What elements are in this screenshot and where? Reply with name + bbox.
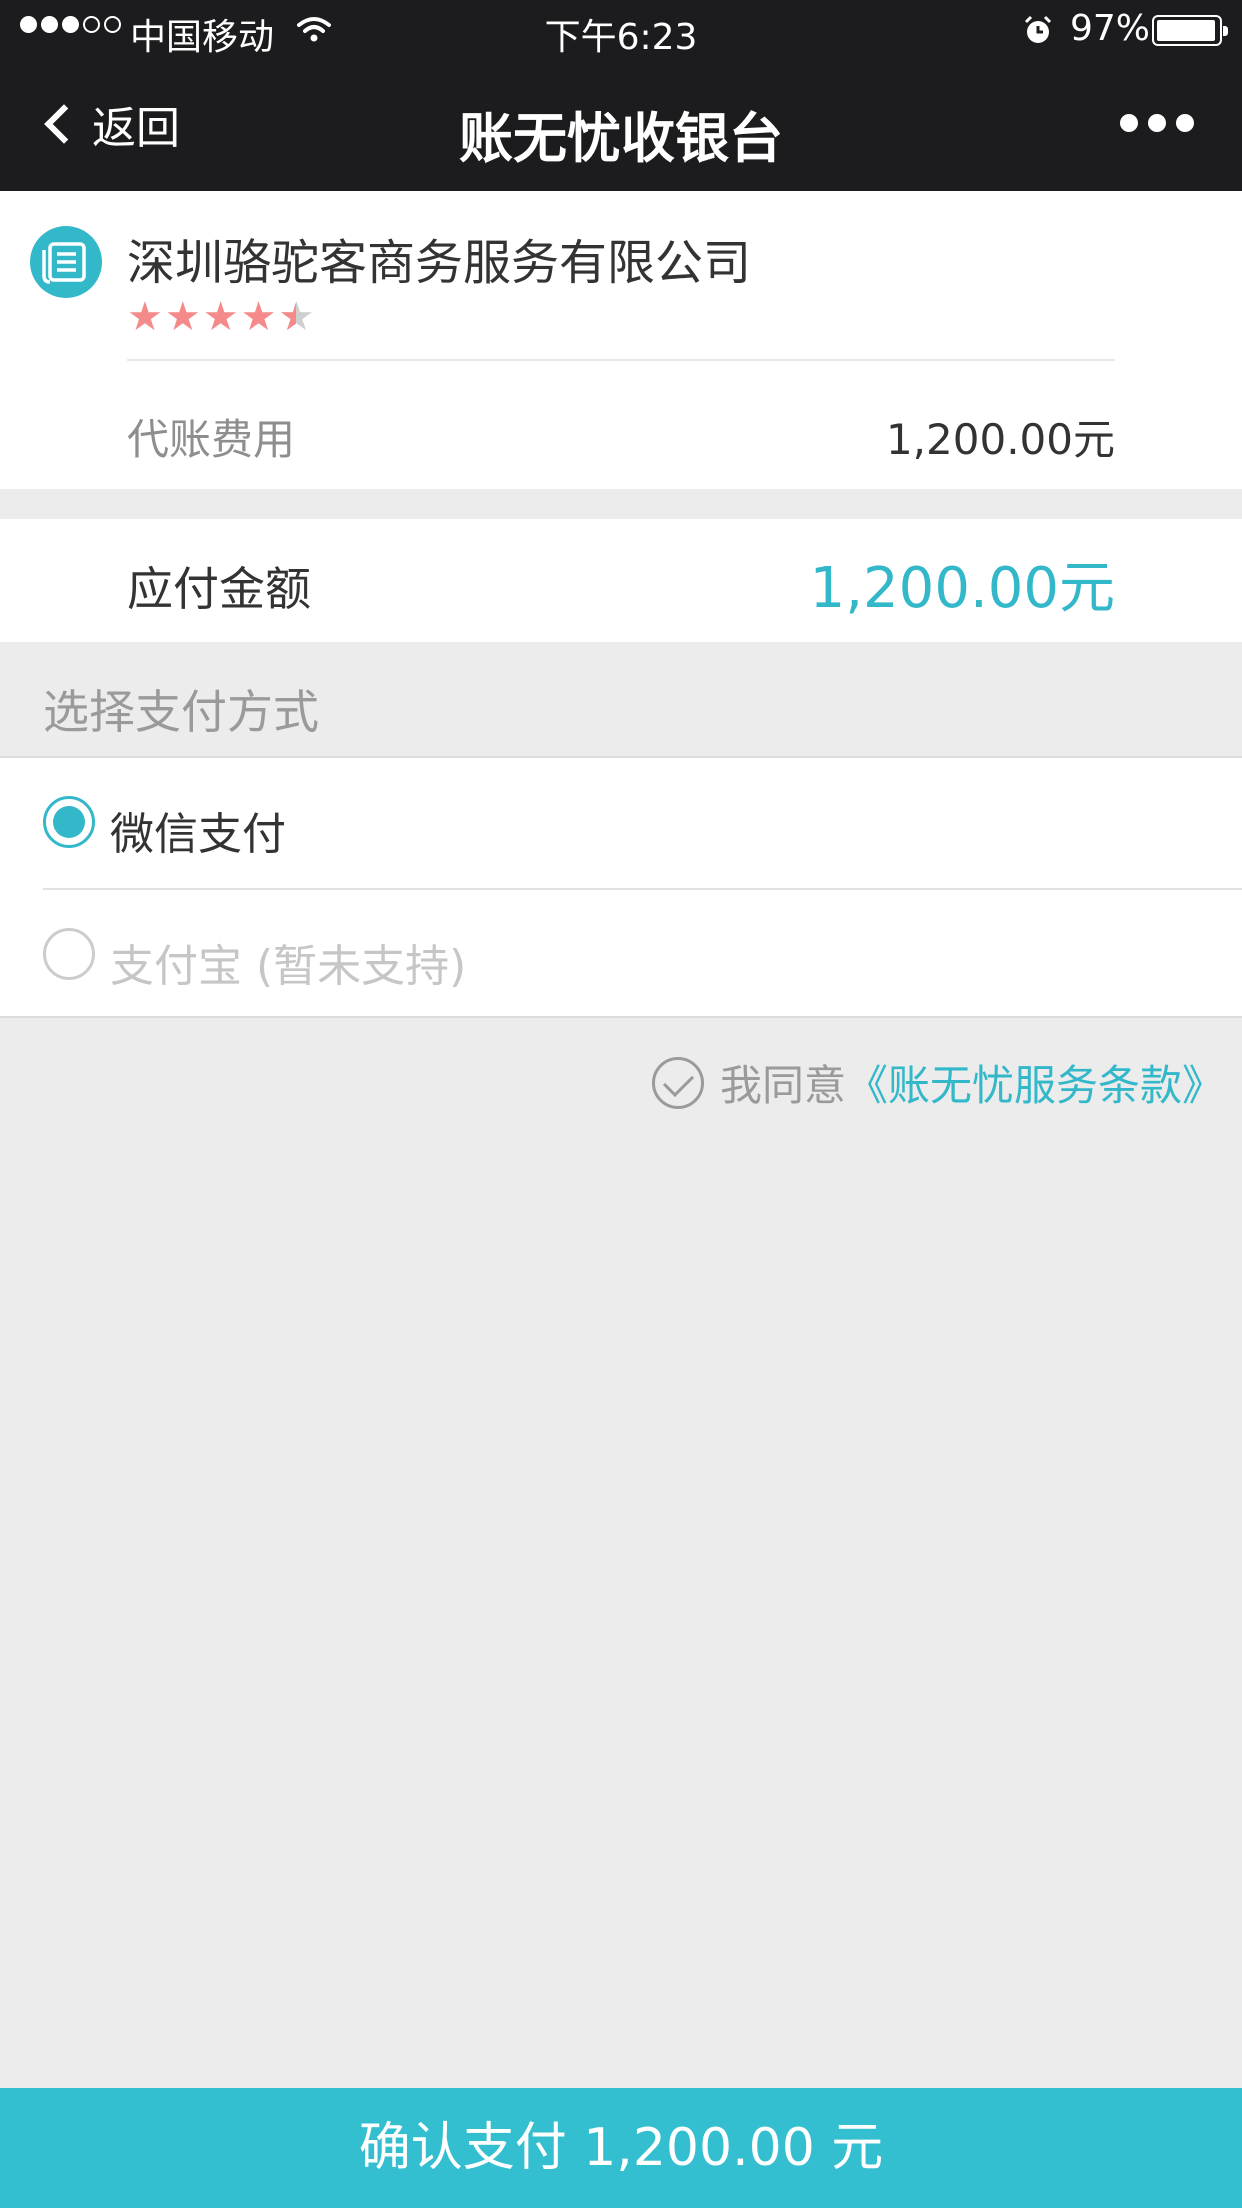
nav-bar: 返回 账无忧收银台 xyxy=(0,60,1242,191)
payment-section-title: 选择支付方式 xyxy=(43,685,319,739)
payable-row: 应付金额 1,200.00元 xyxy=(0,519,1242,642)
star-icon: ★ xyxy=(164,294,201,340)
star-icon: ★★ xyxy=(278,294,315,340)
payment-option-wechat[interactable]: 微信支付 xyxy=(0,758,1242,890)
merchant-name: 深圳骆驼客商务服务有限公司 xyxy=(127,235,752,291)
radio-button-disabled xyxy=(43,928,95,980)
payment-option-label: 微信支付 xyxy=(110,809,286,860)
payable-amount: 1,200.00元 xyxy=(809,556,1115,621)
fee-value: 1,200.00元 xyxy=(885,415,1115,464)
more-dot xyxy=(1120,114,1138,132)
terms-link[interactable]: 《账无忧服务条款》 xyxy=(846,1052,1224,1113)
terms-agreement: 我同意 《账无忧服务条款》 xyxy=(651,1052,1224,1113)
status-bar: 中国移动 下午6:23 97% xyxy=(0,0,1242,60)
merchant-document-icon xyxy=(30,226,102,298)
rating-stars: ★★★★★★ xyxy=(127,295,314,339)
battery-level xyxy=(1157,20,1216,41)
merchant-card: 深圳骆驼客商务服务有限公司 ★★★★★★ 代账费用 1,200.00元 xyxy=(0,191,1242,489)
payment-option-label: 支付宝 (暂未支持) xyxy=(110,941,467,992)
divider xyxy=(127,359,1115,361)
payable-label: 应付金额 xyxy=(127,562,311,616)
alarm-clock-icon xyxy=(1024,15,1052,43)
star-icon: ★ xyxy=(240,294,277,340)
star-icon: ★ xyxy=(202,294,239,340)
payment-methods: 微信支付 支付宝 (暂未支持) xyxy=(0,756,1242,1018)
battery-percent: 97% xyxy=(1070,8,1151,49)
more-options-icon[interactable] xyxy=(1120,114,1194,132)
battery-tip xyxy=(1223,26,1228,36)
top-bar: 中国移动 下午6:23 97% 返回 账无忧收银台 xyxy=(0,0,1242,191)
agree-check-icon[interactable] xyxy=(651,1056,704,1109)
page-title: 账无忧收银台 xyxy=(459,107,783,170)
star-icon: ★ xyxy=(127,294,163,340)
status-time: 下午6:23 xyxy=(544,17,698,58)
payment-option-alipay: 支付宝 (暂未支持) xyxy=(0,890,1242,1020)
fee-label: 代账费用 xyxy=(127,415,296,464)
confirm-payment-button[interactable]: 确认支付 1,200.00 元 xyxy=(0,2088,1242,2208)
more-dot xyxy=(1176,114,1194,132)
agree-text: 我同意 xyxy=(719,1061,846,1110)
checkout-page: 中国移动 下午6:23 97% 返回 账无忧收银台 深圳骆驼客商务服务有限公司 … xyxy=(0,0,1242,2208)
radio-button-selected[interactable] xyxy=(43,796,95,848)
battery-icon xyxy=(1152,15,1228,46)
more-dot xyxy=(1148,114,1166,132)
